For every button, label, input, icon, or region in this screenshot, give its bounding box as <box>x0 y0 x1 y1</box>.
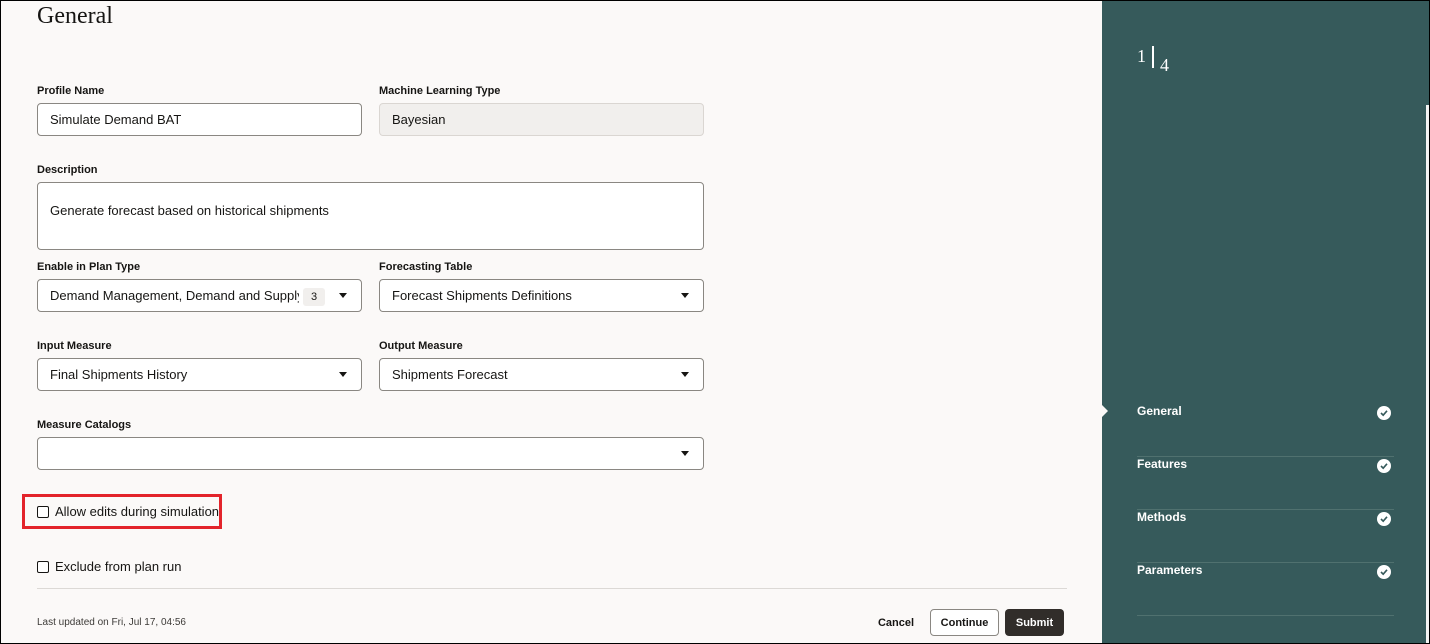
ml-type-value: Bayesian <box>392 112 446 127</box>
train-sidebar: 1 4 General Features Methods Parameters <box>1101 1 1429 643</box>
step-label: Features <box>1137 457 1188 471</box>
exclude-plan-run-checkbox[interactable] <box>37 560 49 573</box>
main-panel: General Profile Name Simulate Demand BAT… <box>1 1 1102 643</box>
measure-catalogs-label: Measure Catalogs <box>37 419 132 431</box>
plan-type-count-badge: 3 <box>303 288 325 306</box>
cancel-button[interactable]: Cancel <box>869 609 923 636</box>
step-methods[interactable]: Methods <box>1137 510 1394 563</box>
profile-name-input[interactable]: Simulate Demand BAT <box>37 103 362 136</box>
measure-catalogs-select[interactable] <box>37 437 704 470</box>
description-value: Generate forecast based on historical sh… <box>50 203 329 218</box>
current-step-number: 1 <box>1137 46 1146 66</box>
step-separator <box>1152 46 1154 68</box>
step-label: Parameters <box>1137 563 1203 577</box>
highlight-box <box>22 494 222 529</box>
step-label: Methods <box>1137 510 1187 524</box>
footer-divider <box>37 588 1067 589</box>
page-title: General <box>37 3 113 29</box>
description-label: Description <box>37 164 98 176</box>
plan-type-value: Demand Management, Demand and Supply Pl <box>50 288 299 303</box>
profile-name-value: Simulate Demand BAT <box>50 112 182 127</box>
output-measure-label: Output Measure <box>379 340 463 352</box>
chevron-down-icon[interactable] <box>681 451 689 456</box>
chevron-down-icon[interactable] <box>339 372 347 377</box>
checkmark-circle-icon <box>1377 459 1391 473</box>
exclude-plan-run-label: Exclude from plan run <box>55 559 182 574</box>
input-measure-select[interactable]: Final Shipments History <box>37 358 362 391</box>
chevron-down-icon[interactable] <box>339 293 347 298</box>
ml-type-label: Machine Learning Type <box>379 85 501 97</box>
output-measure-value: Shipments Forecast <box>392 367 508 382</box>
exclude-plan-run-checkbox-row[interactable]: Exclude from plan run <box>37 559 181 574</box>
total-steps-number: 4 <box>1160 55 1169 75</box>
checkmark-circle-icon <box>1377 565 1391 579</box>
step-label: General <box>1137 404 1182 418</box>
plan-type-label: Enable in Plan Type <box>37 261 141 273</box>
forecasting-table-select[interactable]: Forecast Shipments Definitions <box>379 279 704 312</box>
chevron-down-icon[interactable] <box>681 293 689 298</box>
chevron-down-icon[interactable] <box>681 372 689 377</box>
submit-button[interactable]: Submit <box>1005 609 1064 636</box>
checkmark-circle-icon <box>1377 406 1391 420</box>
forecasting-table-label: Forecasting Table <box>379 261 473 273</box>
checkmark-circle-icon <box>1377 512 1391 526</box>
step-general[interactable]: General <box>1137 404 1394 457</box>
description-textarea[interactable]: Generate forecast based on historical sh… <box>37 182 704 250</box>
input-measure-value: Final Shipments History <box>50 367 188 382</box>
plan-type-select[interactable]: Demand Management, Demand and Supply Pl … <box>37 279 362 312</box>
step-features[interactable]: Features <box>1137 457 1394 510</box>
step-parameters[interactable]: Parameters <box>1137 563 1394 616</box>
scrollbar[interactable] <box>1426 105 1429 643</box>
last-updated-text: Last updated on Fri, Jul 17, 04:56 <box>37 617 186 628</box>
continue-button[interactable]: Continue <box>930 609 999 636</box>
current-step-pointer <box>1101 404 1108 418</box>
forecasting-table-value: Forecast Shipments Definitions <box>392 288 572 303</box>
ml-type-field: Bayesian <box>379 103 704 136</box>
profile-name-label: Profile Name <box>37 85 105 97</box>
output-measure-select[interactable]: Shipments Forecast <box>379 358 704 391</box>
input-measure-label: Input Measure <box>37 340 112 352</box>
